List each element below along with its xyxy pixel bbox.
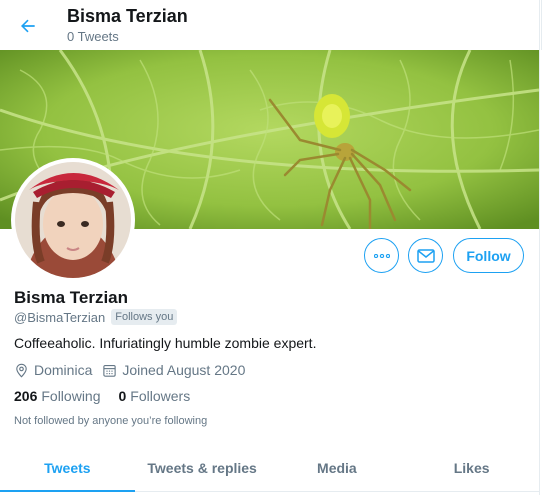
message-button[interactable] [408,238,443,273]
profile-tabs: Tweets Tweets & replies Media Likes [0,444,539,492]
location-text: Dominica [34,362,93,378]
tab-tweets[interactable]: Tweets [0,444,135,492]
followers-count: 0 [118,388,127,404]
location-item: Dominica [14,362,92,378]
tab-tweets-replies[interactable]: Tweets & replies [135,444,270,491]
followers-label: Followers [130,388,191,404]
handle-row: @BismaTerzian Follows you [14,309,178,325]
following-label: Following [41,388,101,404]
follows-you-badge: Follows you [111,309,178,325]
more-button[interactable] [364,238,399,273]
followers-link[interactable]: 0 Followers [119,388,191,404]
tab-media[interactable]: Media [270,444,405,491]
calendar-icon [103,364,117,377]
arrow-left-icon [21,19,35,33]
location-pin-icon [16,363,27,378]
following-link[interactable]: 206 Following [14,388,101,404]
follow-stats: 206 Following 0 Followers [14,388,208,404]
follow-button[interactable]: Follow [453,238,524,273]
envelope-icon [416,248,435,263]
profile-name: Bisma Terzian [14,288,129,307]
profile-bio: Coffeeaholic. Infuriatingly humble zombi… [14,335,317,351]
column-divider [539,0,540,495]
joined-item: Joined August 2020 [102,362,245,378]
profile-header: Bisma Terzian 0 Tweets [0,0,542,50]
profile-handle: @BismaTerzian [14,309,106,325]
profile-meta: Dominica Joined August 2020 [14,362,255,378]
following-count: 206 [14,388,38,404]
not-followed-note: Not followed by anyone you’re following [14,415,208,427]
header-title: Bisma Terzian [67,6,188,26]
header-tweet-count: 0 Tweets [67,29,119,44]
back-button[interactable] [12,10,44,42]
avatar[interactable] [11,158,135,282]
more-icon [373,253,390,258]
joined-text: Joined August 2020 [122,362,246,378]
tab-likes[interactable]: Likes [404,444,539,491]
